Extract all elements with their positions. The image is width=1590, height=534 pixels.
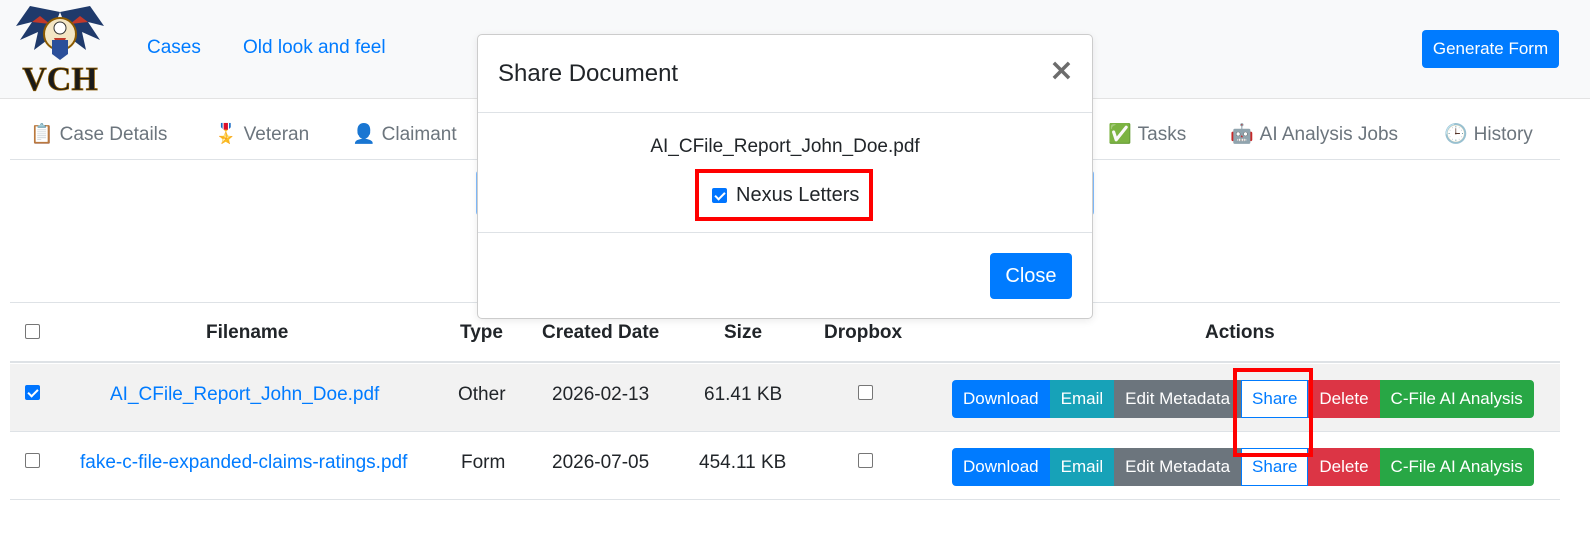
table-row: AI_CFile_Report_John_Doe.pdf Other 2026-… — [10, 364, 1560, 432]
tab-claimant[interactable]: 👤 Claimant — [352, 122, 457, 146]
download-button[interactable]: Download — [952, 380, 1050, 418]
generate-form-button[interactable]: Generate Form — [1422, 30, 1559, 68]
nexus-letters-checkbox[interactable] — [712, 188, 727, 203]
header-created-date[interactable]: Created Date — [542, 322, 659, 344]
person-icon: 👤 — [352, 124, 376, 145]
size-cell: 61.41 KB — [704, 384, 783, 405]
share-button[interactable]: Share — [1241, 380, 1309, 418]
modal-header: Share Document × — [478, 35, 1092, 113]
tab-tasks[interactable]: ✅ Tasks — [1108, 122, 1186, 146]
tab-ai-analysis-jobs[interactable]: 🤖 AI Analysis Jobs — [1230, 122, 1398, 146]
row-actions: Download Email Edit Metadata Share Delet… — [952, 380, 1534, 418]
dropbox-checkbox[interactable] — [858, 453, 873, 468]
edit-metadata-button[interactable]: Edit Metadata — [1114, 448, 1242, 486]
close-icon[interactable]: × — [1049, 53, 1074, 88]
header-filename[interactable]: Filename — [206, 322, 288, 344]
row-select-checkbox[interactable] — [25, 453, 40, 468]
share-button[interactable]: Share — [1241, 448, 1309, 486]
robot-icon: 🤖 — [1230, 124, 1254, 145]
edit-metadata-button[interactable]: Edit Metadata — [1114, 380, 1242, 418]
nexus-letters-label[interactable]: Nexus Letters — [736, 184, 859, 207]
email-button[interactable]: Email — [1049, 448, 1115, 486]
row-actions: Download Email Edit Metadata Share Delet… — [952, 448, 1534, 486]
row-select-checkbox[interactable] — [25, 385, 40, 400]
clock-icon: 🕒 — [1444, 124, 1468, 145]
clipboard-icon: 📋 — [30, 124, 54, 145]
header-size[interactable]: Size — [724, 322, 762, 344]
cfile-ai-analysis-button[interactable]: C-File AI Analysis — [1379, 448, 1534, 486]
nav-link-cases[interactable]: Cases — [147, 37, 201, 59]
header-actions: Actions — [1205, 322, 1275, 343]
tab-case-details[interactable]: 📋 Case Details — [30, 122, 167, 146]
filename-link[interactable]: fake-c-file-expanded-claims-ratings.pdf — [80, 452, 407, 474]
type-cell: Other — [458, 384, 506, 405]
delete-button[interactable]: Delete — [1308, 380, 1380, 418]
modal-filename: AI_CFile_Report_John_Doe.pdf — [650, 136, 920, 157]
modal-footer: Close — [478, 232, 1092, 320]
vch-eagle-logo[interactable]: VCH — [10, 4, 110, 94]
header-dropbox[interactable]: Dropbox — [824, 322, 902, 344]
delete-button[interactable]: Delete — [1308, 448, 1380, 486]
created-date-cell: 2026-07-05 — [552, 452, 650, 473]
share-document-modal: Share Document × AI_CFile_Report_John_Do… — [477, 34, 1093, 319]
medal-icon: 🎖️ — [214, 124, 238, 145]
cfile-ai-analysis-button[interactable]: C-File AI Analysis — [1379, 380, 1534, 418]
email-button[interactable]: Email — [1049, 380, 1115, 418]
svg-text:VCH: VCH — [22, 61, 98, 94]
modal-title: Share Document — [498, 60, 679, 87]
created-date-cell: 2026-02-13 — [552, 384, 650, 405]
tab-veteran[interactable]: 🎖️ Veteran — [214, 122, 309, 146]
filename-link[interactable]: AI_CFile_Report_John_Doe.pdf — [110, 384, 379, 406]
type-cell: Form — [461, 452, 506, 473]
nexus-letters-option[interactable]: Nexus Letters — [698, 173, 870, 219]
tab-history[interactable]: 🕒 History — [1444, 122, 1533, 146]
nav-link-old-look[interactable]: Old look and feel — [243, 37, 386, 59]
dropbox-checkbox[interactable] — [858, 385, 873, 400]
select-all-checkbox[interactable] — [25, 324, 40, 339]
check-mark-icon: ✅ — [1108, 124, 1132, 145]
table-row: fake-c-file-expanded-claims-ratings.pdf … — [10, 432, 1560, 500]
download-button[interactable]: Download — [952, 448, 1050, 486]
close-button[interactable]: Close — [990, 253, 1072, 299]
header-type[interactable]: Type — [460, 322, 503, 344]
size-cell: 454.11 KB — [699, 452, 787, 473]
